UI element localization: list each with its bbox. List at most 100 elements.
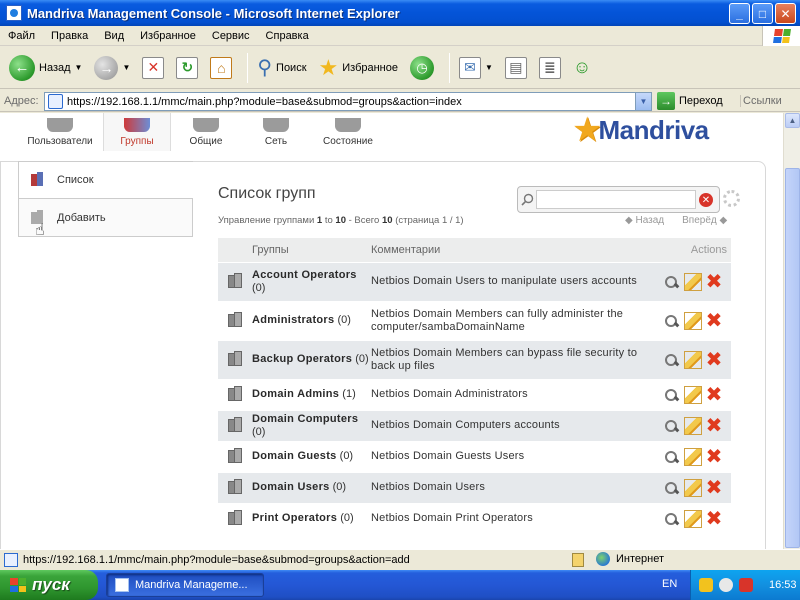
edit-icon[interactable] bbox=[684, 416, 702, 435]
taskbar: пуск Mandriva Manageme... EN 16:53 bbox=[0, 570, 800, 600]
tab-status[interactable]: Состояние bbox=[312, 113, 384, 151]
window-title-bar[interactable]: Mandriva Management Console - Microsoft … bbox=[0, 0, 800, 26]
close-button[interactable]: ✕ bbox=[775, 3, 796, 24]
history-button[interactable]: ◷ bbox=[407, 51, 437, 85]
vertical-scrollbar[interactable]: ▲ bbox=[783, 113, 800, 549]
member-count: (0) bbox=[355, 353, 369, 365]
delete-icon[interactable]: ✖ bbox=[705, 447, 723, 467]
network-icon bbox=[263, 118, 289, 132]
module-tabs: Пользователи Группы Общие Сеть Состояние… bbox=[0, 113, 783, 153]
tab-groups[interactable]: Группы bbox=[103, 113, 171, 151]
edit-icon[interactable] bbox=[684, 350, 702, 369]
lock-icon[interactable] bbox=[572, 553, 584, 567]
go-button[interactable]: → Переход bbox=[657, 92, 723, 110]
home-icon: ⌂ bbox=[210, 56, 233, 79]
back-label: Назад bbox=[39, 61, 71, 74]
mail-button[interactable]: ✉ ▼ bbox=[456, 51, 496, 85]
search-button[interactable]: ⚲ Поиск bbox=[254, 51, 309, 85]
view-members-icon[interactable] bbox=[663, 386, 681, 404]
globe-icon bbox=[596, 552, 610, 566]
tab-users[interactable]: Пользователи bbox=[18, 113, 102, 151]
stop-icon: ✕ bbox=[142, 56, 165, 79]
member-count: (0) bbox=[339, 450, 354, 462]
delete-icon[interactable]: ✖ bbox=[705, 385, 723, 405]
chevron-down-icon[interactable]: ▼ bbox=[122, 63, 130, 72]
group-name: Administrators bbox=[252, 314, 335, 326]
menu-edit[interactable]: Правка bbox=[43, 30, 96, 42]
groups-icon bbox=[29, 171, 47, 189]
start-button[interactable]: пуск bbox=[0, 570, 98, 600]
minimize-button[interactable]: _ bbox=[729, 3, 750, 24]
header-icon-col bbox=[218, 238, 252, 262]
edit-icon[interactable] bbox=[684, 311, 702, 330]
forward-button[interactable]: → ▼ bbox=[91, 51, 133, 85]
delete-icon[interactable]: ✖ bbox=[705, 272, 723, 292]
edit-icon[interactable] bbox=[684, 272, 702, 291]
delete-icon[interactable]: ✖ bbox=[705, 350, 723, 370]
edit-icon[interactable] bbox=[684, 385, 702, 404]
menu-favorites[interactable]: Избранное bbox=[132, 30, 204, 42]
chevron-down-icon[interactable]: ▼ bbox=[75, 63, 83, 72]
prev-page-link[interactable]: ◆ Назад bbox=[625, 215, 664, 226]
delete-icon[interactable]: ✖ bbox=[705, 416, 723, 436]
member-count: (0) bbox=[340, 512, 354, 525]
page-title: Список групп bbox=[218, 185, 316, 202]
sidebar-item-add[interactable]: Добавить ☝ bbox=[18, 199, 193, 239]
links-button[interactable]: Ссылки bbox=[740, 95, 782, 107]
view-members-icon[interactable] bbox=[663, 351, 681, 369]
sidebar-item-list[interactable]: Список bbox=[18, 161, 193, 199]
chevron-down-icon[interactable]: ▼ bbox=[635, 93, 651, 110]
system-tray: 16:53 bbox=[690, 570, 800, 600]
security-alert-icon[interactable] bbox=[739, 578, 753, 592]
view-members-icon[interactable] bbox=[663, 510, 681, 528]
back-button[interactable]: ← Назад ▼ bbox=[6, 51, 85, 85]
taskbar-window-button[interactable]: Mandriva Manageme... bbox=[106, 573, 264, 597]
tab-shares-label: Общие bbox=[189, 136, 223, 147]
home-button[interactable]: ⌂ bbox=[207, 51, 235, 85]
shield-icon[interactable] bbox=[699, 578, 713, 592]
view-members-icon[interactable] bbox=[663, 448, 681, 466]
tab-network[interactable]: Сеть bbox=[242, 113, 310, 151]
print-button[interactable]: ▤ bbox=[502, 51, 530, 85]
menu-tools[interactable]: Сервис bbox=[204, 30, 258, 42]
group-comment: Netbios Domain Guests Users bbox=[371, 440, 656, 472]
scrollbar-thumb[interactable] bbox=[785, 168, 800, 548]
view-members-icon[interactable] bbox=[663, 417, 681, 435]
next-page-link[interactable]: Вперёд ◆ bbox=[682, 215, 727, 226]
menu-file[interactable]: Файл bbox=[0, 30, 43, 42]
edit-icon[interactable] bbox=[684, 509, 702, 528]
refresh-icon: ↻ bbox=[176, 56, 199, 79]
favorites-button[interactable]: ★ Избранное bbox=[316, 51, 401, 85]
chevron-down-icon[interactable]: ▼ bbox=[485, 63, 493, 72]
refresh-button[interactable]: ↻ bbox=[173, 51, 201, 85]
maximize-button[interactable]: □ bbox=[752, 3, 773, 24]
clear-search-icon[interactable]: ✕ bbox=[699, 193, 713, 207]
menu-view[interactable]: Вид bbox=[96, 30, 132, 42]
group-icon bbox=[228, 273, 242, 288]
view-members-icon[interactable] bbox=[663, 312, 681, 330]
stop-button[interactable]: ✕ bbox=[139, 51, 167, 85]
address-input[interactable]: https://192.168.1.1/mmc/main.php?module=… bbox=[44, 92, 652, 111]
delete-icon[interactable]: ✖ bbox=[705, 478, 723, 498]
edit-button[interactable]: ≣ bbox=[536, 51, 564, 85]
speaker-icon[interactable] bbox=[719, 578, 733, 592]
edit-icon[interactable] bbox=[684, 447, 702, 466]
delete-icon[interactable]: ✖ bbox=[705, 311, 723, 331]
edit-icon[interactable] bbox=[684, 478, 702, 497]
group-comment: Netbios Domain Members can fully adminis… bbox=[371, 300, 656, 340]
menu-help[interactable]: Справка bbox=[258, 30, 317, 42]
scroll-up-icon[interactable]: ▲ bbox=[785, 113, 800, 128]
page-icon bbox=[48, 94, 63, 109]
table-row: Domain Guests (0) Netbios Domain Guests … bbox=[218, 440, 731, 472]
view-members-icon[interactable] bbox=[663, 479, 681, 497]
security-zone[interactable]: Интернет bbox=[596, 552, 664, 566]
search-icon bbox=[521, 193, 534, 206]
delete-icon[interactable]: ✖ bbox=[705, 509, 723, 529]
header-comments: Комментарии bbox=[371, 238, 656, 262]
language-indicator[interactable]: EN bbox=[662, 578, 677, 590]
tab-shares[interactable]: Общие bbox=[172, 113, 240, 151]
search-input[interactable] bbox=[536, 190, 696, 209]
view-members-icon[interactable] bbox=[663, 273, 681, 291]
messenger-button[interactable]: ☺ bbox=[570, 51, 594, 85]
group-name: Backup Operators bbox=[252, 353, 353, 365]
